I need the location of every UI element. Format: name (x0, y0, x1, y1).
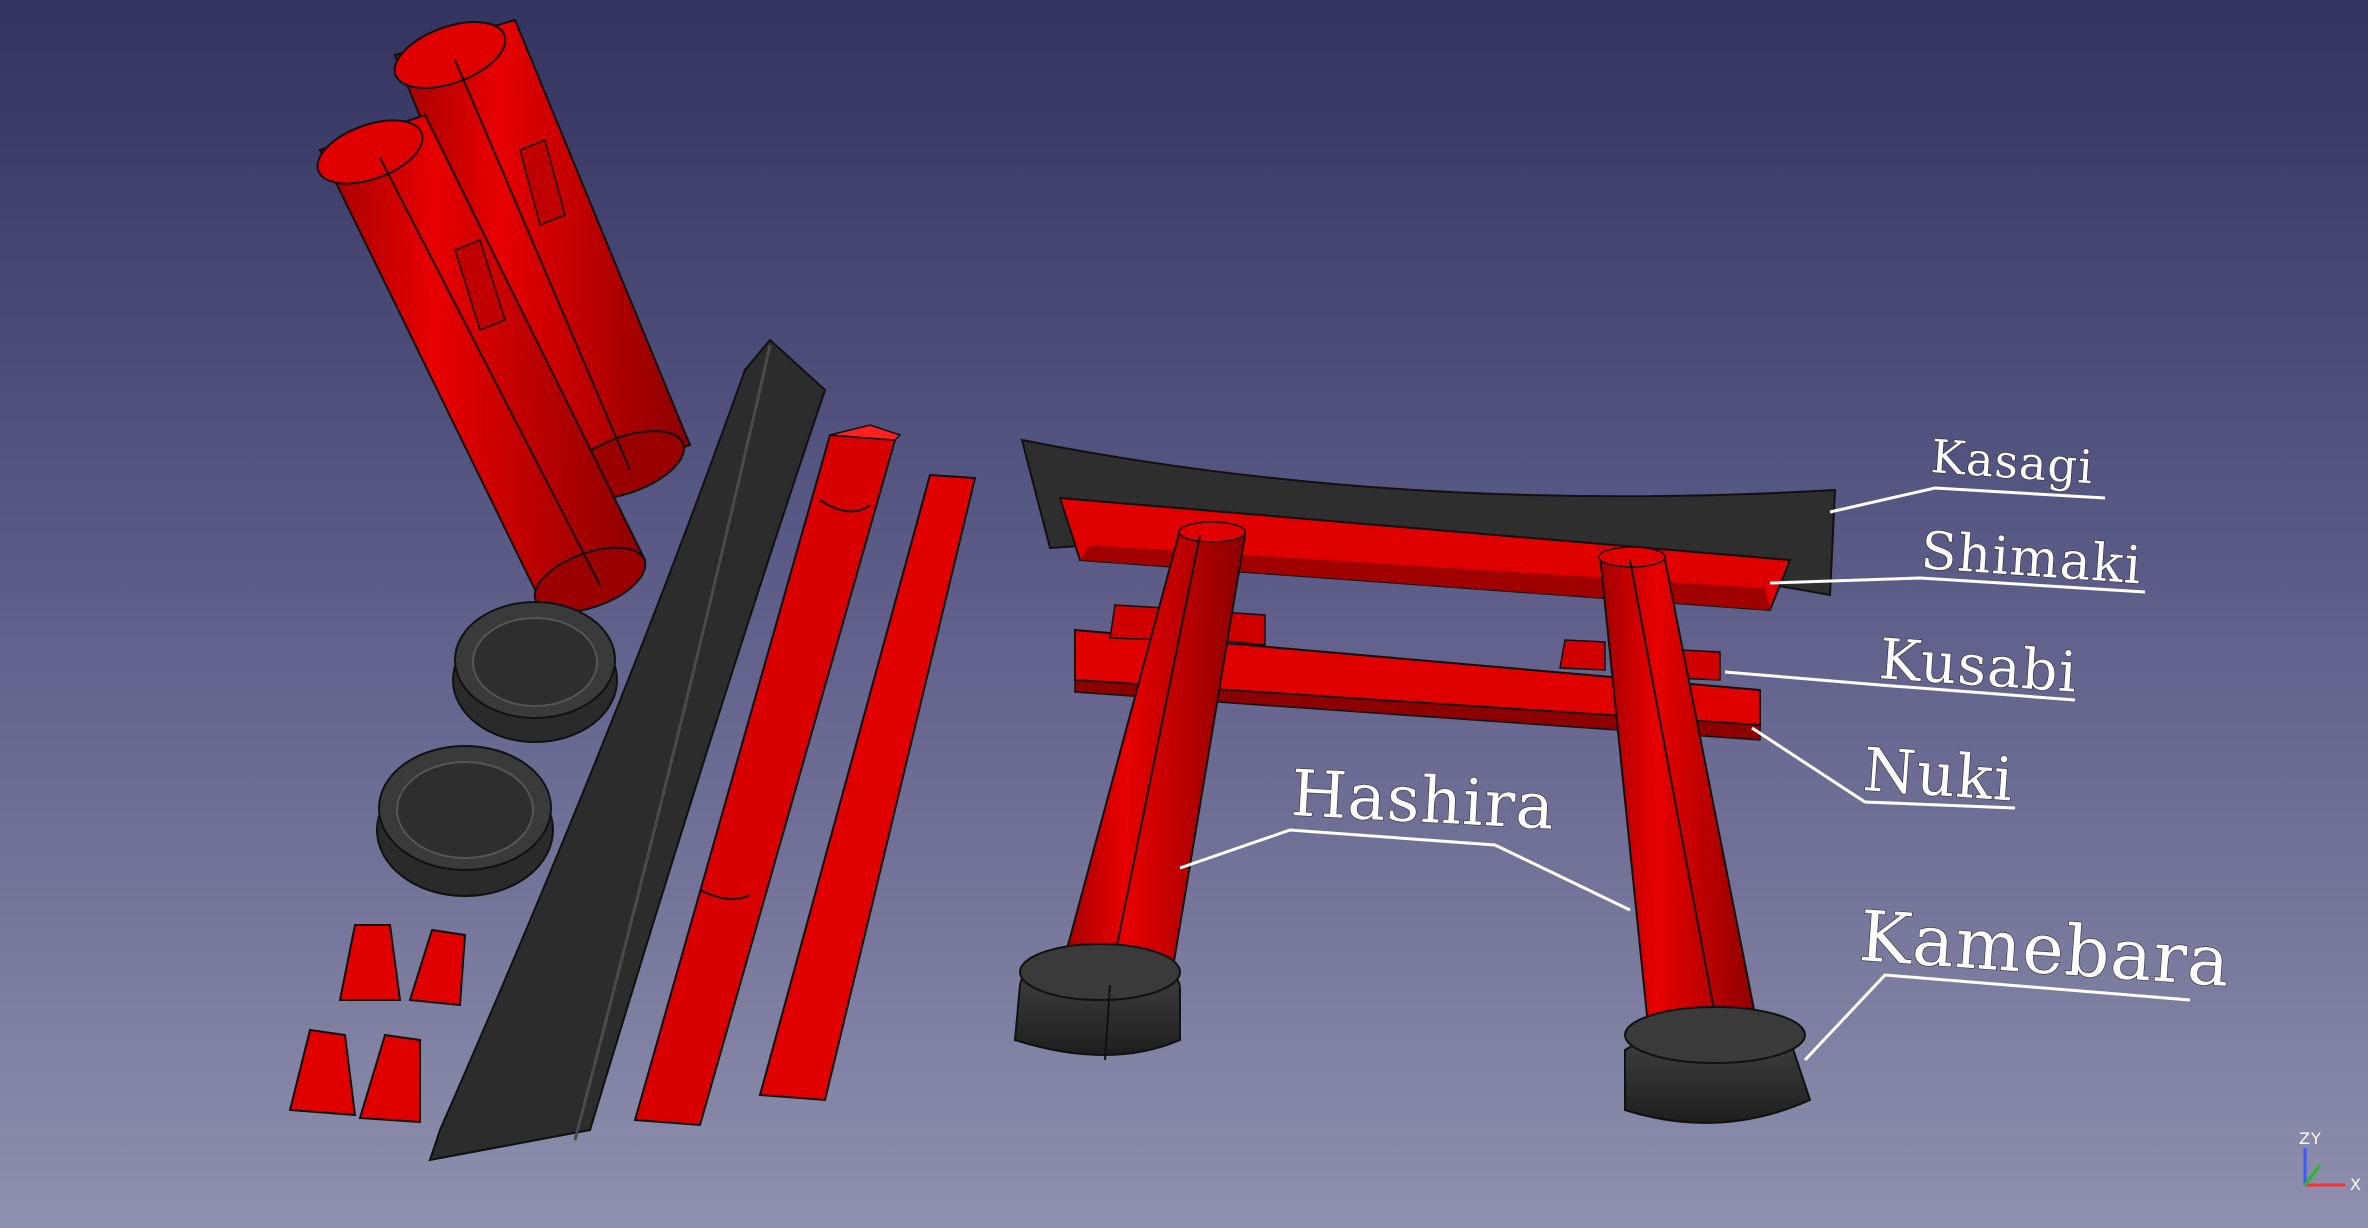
label-nuki: Nuki (1861, 735, 2016, 815)
label-hashira: Hashira (1289, 757, 1557, 845)
label-kusabi: Kusabi (1877, 627, 2080, 706)
kamebara-base-exploded-2 (376, 745, 554, 897)
axis-triad: Z Y X (2299, 1129, 2361, 1194)
3d-viewport[interactable]: Kasagi Shimaki Kusabi Nuki Hashira Kameb… (0, 0, 2368, 1228)
kamebara-base-exploded-1 (452, 601, 618, 743)
kusabi-wedges-exploded (288, 924, 467, 1124)
kamebara-left (1013, 943, 1181, 1061)
axis-label-z: Z (2299, 1129, 2310, 1148)
axis-label-x: X (2350, 1175, 2361, 1194)
leader-hashira (1179, 828, 1631, 912)
hashira-right (1598, 553, 1762, 1047)
scene-canvas: Kasagi Shimaki Kusabi Nuki Hashira Kameb… (288, 18, 2361, 1194)
axis-label-y: Y (2310, 1129, 2321, 1148)
label-kasagi: Kasagi (1929, 429, 2095, 494)
label-shimaki: Shimaki (1919, 521, 2144, 596)
kamebara-right (1624, 1006, 1812, 1124)
hashira-left (1058, 528, 1247, 987)
label-kamebara: Kamebara (1857, 895, 2233, 1003)
